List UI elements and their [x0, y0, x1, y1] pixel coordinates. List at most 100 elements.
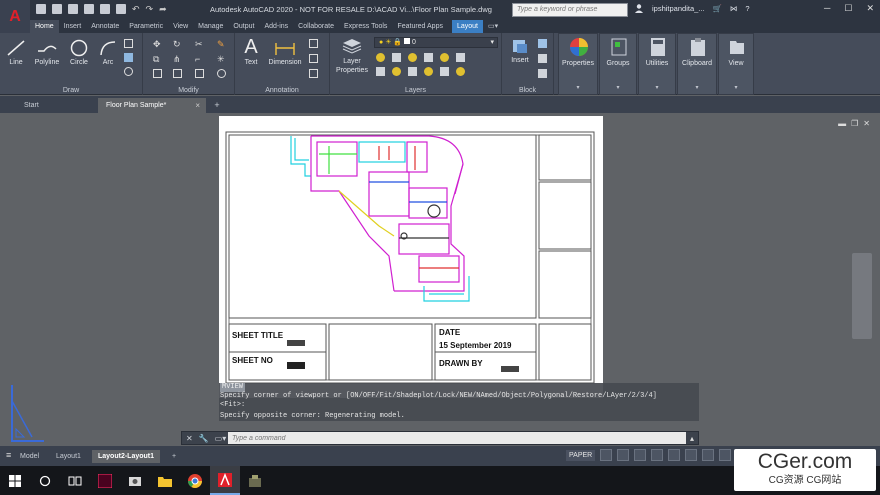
save-as-icon[interactable]	[84, 4, 94, 14]
tab-model[interactable]: Model	[14, 450, 45, 463]
layer-tool-icon[interactable]	[424, 53, 433, 62]
autocad-taskbar-icon[interactable]	[210, 466, 240, 495]
mirror-icon[interactable]: ⋔	[173, 54, 182, 64]
add-layout-button[interactable]: +	[166, 450, 182, 463]
maximize-icon[interactable]: ☐	[844, 3, 852, 14]
new-tab-button[interactable]: +	[210, 98, 224, 113]
tab-featured-apps[interactable]: Featured Apps	[392, 20, 448, 33]
annotation-panel-label[interactable]: Annotation	[235, 87, 329, 94]
paper-space-toggle[interactable]: PAPER	[566, 449, 596, 461]
tab-annotate[interactable]: Annotate	[86, 20, 124, 33]
hatch-icon[interactable]	[124, 53, 133, 62]
layer-tool-icon[interactable]	[376, 53, 385, 62]
layer-tool-icon[interactable]	[392, 67, 401, 76]
layer-properties-tool[interactable]: Layer Properties	[334, 37, 370, 75]
layers-panel-label[interactable]: Layers	[330, 87, 501, 94]
prompt-icon[interactable]: ▭▾	[215, 434, 227, 443]
tab-add-ins[interactable]: Add-ins	[259, 20, 293, 33]
layer-tool-icon[interactable]	[440, 67, 449, 76]
polar-icon[interactable]	[651, 449, 664, 461]
annotation-scale-icon[interactable]	[719, 449, 732, 461]
line-tool[interactable]: Line	[4, 39, 28, 66]
rotate-icon[interactable]: ↻	[173, 39, 182, 49]
view-panel[interactable]: View ▾	[718, 33, 754, 95]
user-name[interactable]: ipshitpandita_...	[652, 4, 705, 13]
array-icon[interactable]	[195, 69, 204, 78]
camera-app-icon[interactable]	[120, 466, 150, 495]
restore-icon[interactable]: ❐	[851, 119, 858, 128]
properties-panel[interactable]: Properties ▾	[558, 33, 598, 95]
tab-view[interactable]: View	[168, 20, 193, 33]
drawing-area[interactable]: ▬ ❐ ✕ SHEET TITLE SHEET NO DATE 15 Septe…	[0, 113, 880, 446]
erase-icon[interactable]: ✎	[217, 39, 226, 49]
arc-tool[interactable]: Arc	[96, 39, 120, 66]
tab-insert[interactable]: Insert	[59, 20, 87, 33]
cart-icon[interactable]: 🛒	[713, 4, 722, 13]
tab-manage[interactable]: Manage	[193, 20, 228, 33]
close-icon[interactable]: ✕	[863, 119, 870, 128]
tab-collaborate[interactable]: Collaborate	[293, 20, 339, 33]
layer-tool-icon[interactable]	[392, 53, 401, 62]
layer-tool-icon[interactable]	[456, 53, 465, 62]
layer-tool-icon[interactable]	[376, 67, 385, 76]
clipboard-panel[interactable]: Clipboard ▾	[677, 33, 717, 95]
layer-tool-icon[interactable]	[440, 53, 449, 62]
file-explorer-icon[interactable]	[150, 466, 180, 495]
windows-start-icon[interactable]	[0, 466, 30, 495]
polyline-tool[interactable]: Polyline	[30, 39, 64, 66]
user-icon[interactable]	[634, 3, 644, 13]
hamburger-icon[interactable]: ≡	[6, 450, 11, 460]
command-input[interactable]	[228, 432, 686, 444]
layer-tool-icon[interactable]	[408, 67, 417, 76]
utilities-panel[interactable]: Utilities ▾	[638, 33, 676, 95]
rectangle-icon[interactable]	[124, 39, 133, 48]
minimize-icon[interactable]: ─	[824, 3, 830, 14]
app-icon[interactable]	[240, 466, 270, 495]
create-block-icon[interactable]	[538, 39, 547, 48]
dimension-tool[interactable]: Dimension	[265, 39, 305, 66]
copy-icon[interactable]: ⧉	[153, 54, 162, 64]
scale-icon[interactable]	[173, 69, 182, 78]
osnap-icon[interactable]	[668, 449, 681, 461]
layer-tool-icon[interactable]	[424, 67, 433, 76]
offset-icon[interactable]	[217, 69, 226, 78]
close-icon[interactable]: ×	[195, 98, 200, 113]
chevron-up-icon[interactable]: ▴	[686, 434, 698, 443]
tab-layout1[interactable]: Layout1	[50, 450, 87, 463]
edit-block-icon[interactable]	[538, 54, 547, 63]
tab-express-tools[interactable]: Express Tools	[339, 20, 392, 33]
chrome-icon[interactable]	[180, 466, 210, 495]
tab-layout[interactable]: Layout	[451, 20, 483, 33]
groups-panel[interactable]: Groups ▾	[599, 33, 637, 95]
print-icon[interactable]	[116, 4, 126, 14]
undo-icon[interactable]: ↶	[132, 4, 140, 14]
minimize-icon[interactable]: ▬	[838, 119, 846, 128]
leader-icon[interactable]	[309, 54, 318, 63]
application-menu-button[interactable]: A	[0, 0, 30, 34]
layer-tool-icon[interactable]	[456, 67, 465, 76]
save-icon[interactable]	[68, 4, 78, 14]
snap-icon[interactable]	[617, 449, 630, 461]
layer-dropdown[interactable]: ● ☀ 🔒 0 ▾	[374, 37, 498, 48]
move-icon[interactable]: ✥	[153, 39, 162, 49]
new-icon[interactable]	[36, 4, 46, 14]
table-icon[interactable]	[309, 69, 318, 78]
navigation-bar[interactable]	[852, 253, 872, 339]
modify-panel-label[interactable]: Modify	[143, 87, 234, 94]
tab-output[interactable]: Output	[228, 20, 259, 33]
ribbon-toggle-icon[interactable]: ▭▾	[483, 20, 503, 33]
open-icon[interactable]	[52, 4, 62, 14]
edit-attributes-icon[interactable]	[538, 69, 547, 78]
cloud-icon[interactable]	[100, 4, 110, 14]
task-view-icon[interactable]	[60, 466, 90, 495]
tab-home[interactable]: Home	[30, 20, 59, 33]
stretch-icon[interactable]	[153, 69, 162, 78]
insert-tool[interactable]: Insert	[508, 37, 532, 64]
draw-panel-label[interactable]: Draw	[0, 87, 142, 94]
tab-floor-plan-sample[interactable]: Floor Plan Sample* ×	[98, 98, 206, 113]
wrench-icon[interactable]: 🔧	[199, 434, 209, 443]
close-icon[interactable]: ✕	[866, 3, 874, 14]
trim-icon[interactable]: ✂	[195, 39, 204, 49]
circle-tool[interactable]: Circle	[66, 39, 92, 66]
fillet-icon[interactable]: ⌐	[195, 54, 204, 64]
